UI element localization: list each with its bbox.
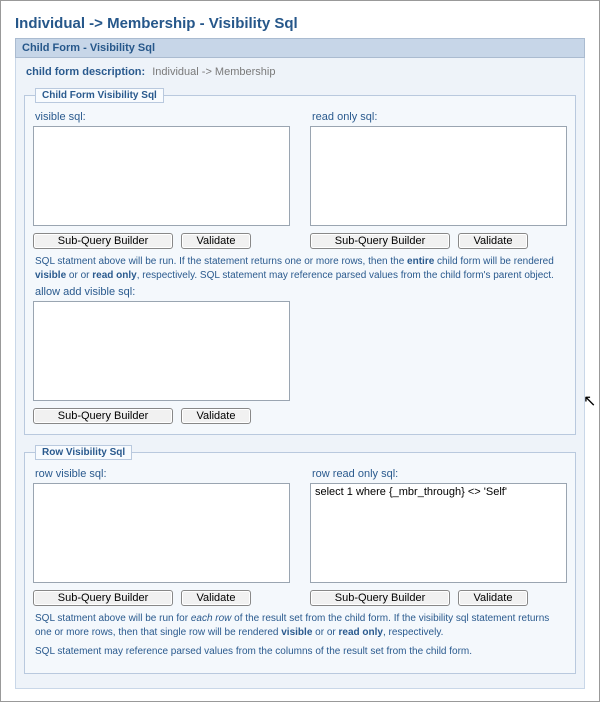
- visible-sql-subquery-button[interactable]: Sub-Query Builder: [33, 233, 173, 249]
- allow-add-sql-label: allow add visible sql:: [35, 286, 290, 298]
- readonly-sql-validate-button[interactable]: Validate: [458, 233, 528, 249]
- child-form-description-value: Individual -> Membership: [152, 66, 275, 78]
- row-visible-sql-label: row visible sql:: [35, 468, 290, 480]
- row-visibility-legend: Row Visibility Sql: [35, 445, 132, 460]
- visible-sql-textarea[interactable]: [33, 126, 290, 226]
- row-readonly-sql-label: row read only sql:: [312, 468, 567, 480]
- row-visible-sql-validate-button[interactable]: Validate: [181, 590, 251, 606]
- visible-sql-validate-button[interactable]: Validate: [181, 233, 251, 249]
- allow-add-sql-subquery-button[interactable]: Sub-Query Builder: [33, 408, 173, 424]
- readonly-sql-textarea[interactable]: [310, 126, 567, 226]
- section-bar: Child Form - Visibility Sql: [15, 38, 585, 58]
- child-form-visibility-legend: Child Form Visibility Sql: [35, 88, 164, 103]
- row-readonly-sql-validate-button[interactable]: Validate: [458, 590, 528, 606]
- row-visible-sql-subquery-button[interactable]: Sub-Query Builder: [33, 590, 173, 606]
- child-form-visibility-group: Child Form Visibility Sql visible sql: S…: [24, 88, 576, 435]
- row-readonly-sql-subquery-button[interactable]: Sub-Query Builder: [310, 590, 450, 606]
- readonly-sql-label: read only sql:: [312, 111, 567, 123]
- row-readonly-sql-textarea[interactable]: [310, 483, 567, 583]
- allow-add-sql-textarea[interactable]: [33, 301, 290, 401]
- row-help-text-extra: SQL statement may reference parsed value…: [35, 645, 565, 659]
- child-form-description-label: child form description:: [26, 66, 145, 78]
- main-panel: child form description: Individual -> Me…: [15, 58, 585, 689]
- allow-add-sql-validate-button[interactable]: Validate: [181, 408, 251, 424]
- page-title: Individual -> Membership - Visibility Sq…: [15, 15, 585, 32]
- visible-sql-label: visible sql:: [35, 111, 290, 123]
- readonly-sql-subquery-button[interactable]: Sub-Query Builder: [310, 233, 450, 249]
- row-visible-sql-textarea[interactable]: [33, 483, 290, 583]
- childform-help-text: SQL statment above will be run. If the s…: [35, 255, 565, 282]
- row-help-text: SQL statment above will be run for each …: [35, 612, 565, 639]
- row-visibility-group: Row Visibility Sql row visible sql: Sub-…: [24, 445, 576, 674]
